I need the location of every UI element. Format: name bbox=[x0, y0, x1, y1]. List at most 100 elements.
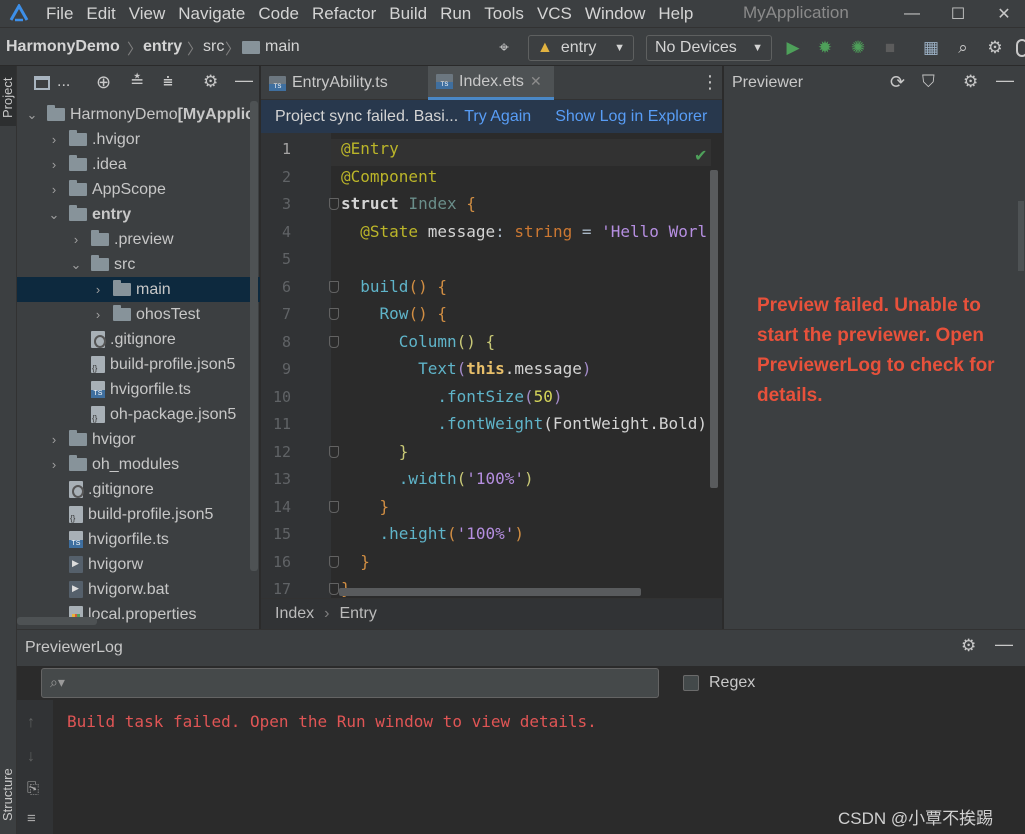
tree-item[interactable]: › .idea bbox=[17, 152, 260, 177]
try-again-link[interactable]: Try Again bbox=[464, 108, 531, 126]
tree-item[interactable]: oh-package.json5 bbox=[17, 402, 260, 427]
settings-icon[interactable]: ⚙ bbox=[961, 636, 976, 656]
run-icon[interactable]: ▶ bbox=[781, 36, 805, 60]
breadcrumb-main[interactable]: main bbox=[265, 38, 300, 56]
tab-entryability[interactable]: EntryAbility.ts bbox=[261, 66, 426, 100]
tab-index-ets[interactable]: Index.ets ✕ bbox=[428, 66, 554, 100]
project-view-icon[interactable] bbox=[34, 76, 50, 90]
regex-checkbox[interactable] bbox=[683, 675, 699, 691]
target-icon[interactable]: ⌖ bbox=[492, 36, 516, 60]
menu-window[interactable]: Window bbox=[585, 4, 645, 24]
no-problems-check-icon[interactable]: ✔ bbox=[694, 146, 707, 166]
tree-item[interactable]: ⌄ entry bbox=[17, 202, 260, 227]
menu-view[interactable]: View bbox=[129, 4, 166, 24]
tree-item[interactable]: hvigorw.bat bbox=[17, 577, 260, 602]
chevron-right-icon[interactable]: › bbox=[47, 132, 61, 147]
scroll-up-icon[interactable]: ↑ bbox=[27, 714, 35, 732]
debug-icon[interactable]: ✹ bbox=[813, 36, 837, 60]
chevron-right-icon[interactable]: › bbox=[91, 282, 105, 297]
tree-item[interactable]: › AppScope bbox=[17, 177, 260, 202]
regex-option[interactable]: Regex bbox=[683, 674, 755, 692]
line-number: 2 bbox=[281, 168, 291, 186]
menu-refactor[interactable]: Refactor bbox=[312, 4, 376, 24]
editor-horizontal-scrollbar[interactable] bbox=[339, 588, 641, 596]
log-search-box[interactable]: ⌕▾ bbox=[41, 668, 659, 698]
tree-item[interactable]: hvigorw bbox=[17, 552, 260, 577]
chevron-right-icon[interactable]: › bbox=[91, 307, 105, 322]
menu-vcs[interactable]: VCS bbox=[537, 4, 572, 24]
tree-item[interactable]: ⌄ HarmonyDemo [MyApplic bbox=[17, 102, 260, 127]
soft-wrap-icon[interactable]: ⎘ bbox=[27, 780, 39, 797]
tree-item[interactable]: › .preview bbox=[17, 227, 260, 252]
tree-item[interactable]: hvigorfile.ts bbox=[17, 377, 260, 402]
menu-file[interactable]: File bbox=[46, 4, 73, 24]
show-log-link[interactable]: Show Log in Explorer bbox=[555, 108, 707, 126]
chevron-right-icon[interactable]: › bbox=[47, 432, 61, 447]
hide-panel-icon[interactable]: — bbox=[235, 70, 253, 91]
locate-icon[interactable]: ⊕ bbox=[96, 72, 111, 93]
maximize-button[interactable]: ☐ bbox=[938, 0, 978, 27]
project-structure-icon[interactable]: ▦ bbox=[919, 36, 943, 60]
menu-code[interactable]: Code bbox=[258, 4, 299, 24]
close-tab-icon[interactable]: ✕ bbox=[530, 73, 542, 90]
hide-panel-icon[interactable]: — bbox=[996, 70, 1014, 91]
settings-icon[interactable]: ⚙ bbox=[983, 36, 1007, 60]
stop-icon[interactable]: ■ bbox=[878, 36, 902, 60]
tree-item[interactable]: .gitignore bbox=[17, 477, 260, 502]
tree-item[interactable]: build-profile.json5 bbox=[17, 502, 260, 527]
refresh-icon[interactable]: ⟳ bbox=[890, 72, 905, 93]
tree-item[interactable]: build-profile.json5 bbox=[17, 352, 260, 377]
tree-item[interactable]: ⌄ src bbox=[17, 252, 260, 277]
chevron-right-icon[interactable]: › bbox=[47, 457, 61, 472]
project-view-selector[interactable]: ... bbox=[57, 73, 70, 91]
chevron-right-icon[interactable]: › bbox=[47, 157, 61, 172]
more-tabs-icon[interactable]: ⋮ bbox=[701, 72, 719, 93]
previewer-scrollbar[interactable] bbox=[1018, 201, 1024, 271]
chevron-down-icon[interactable]: ⌄ bbox=[47, 207, 61, 223]
chevron-down-icon[interactable]: ⌄ bbox=[25, 107, 39, 123]
expand-all-icon[interactable]: ≛ bbox=[130, 72, 144, 92]
collapse-all-icon[interactable]: ⩧ bbox=[163, 72, 173, 92]
tree-item[interactable]: .gitignore bbox=[17, 327, 260, 352]
tree-item[interactable]: › hvigor bbox=[17, 427, 260, 452]
chevron-right-icon[interactable]: › bbox=[47, 182, 61, 197]
tree-vertical-scrollbar[interactable] bbox=[250, 101, 258, 571]
menu-build[interactable]: Build bbox=[389, 4, 427, 24]
breadcrumb-entry[interactable]: Entry bbox=[339, 605, 376, 623]
menu-navigate[interactable]: Navigate bbox=[178, 4, 245, 24]
tree-item[interactable]: › ohosTest bbox=[17, 302, 260, 327]
hide-panel-icon[interactable]: — bbox=[995, 634, 1013, 655]
project-tool-tab[interactable]: Project bbox=[0, 66, 16, 126]
code-area[interactable]: @Entry @Component struct Index { @State … bbox=[331, 133, 722, 598]
tree-item[interactable]: › main bbox=[17, 277, 260, 302]
breadcrumb-module[interactable]: entry bbox=[143, 38, 182, 56]
tree-item[interactable]: › oh_modules bbox=[17, 452, 260, 477]
close-window-button[interactable]: ✕ bbox=[984, 0, 1024, 27]
device-selector[interactable]: No Devices ▼ bbox=[646, 35, 772, 61]
structure-tool-label[interactable]: Structure bbox=[0, 768, 15, 821]
breadcrumb-src[interactable]: src bbox=[203, 38, 224, 56]
settings-icon[interactable]: ⚙ bbox=[963, 72, 978, 92]
breadcrumb-project[interactable]: HarmonyDemo bbox=[6, 38, 120, 56]
inspector-icon[interactable]: ⛉ bbox=[922, 72, 935, 92]
editor-vertical-scrollbar[interactable] bbox=[710, 170, 718, 488]
chevron-right-icon[interactable]: › bbox=[69, 232, 83, 247]
tree-horizontal-scrollbar[interactable] bbox=[17, 617, 97, 625]
menu-tools[interactable]: Tools bbox=[484, 4, 524, 24]
breadcrumb-index[interactable]: Index bbox=[275, 605, 314, 623]
scroll-down-icon[interactable]: ↓ bbox=[27, 748, 35, 766]
scroll-to-end-icon[interactable]: ≡ bbox=[27, 810, 36, 827]
search-icon[interactable]: ⌕ bbox=[951, 36, 975, 60]
settings-icon[interactable]: ⚙ bbox=[203, 72, 218, 92]
menu-help[interactable]: Help bbox=[658, 4, 693, 24]
chevron-down-icon[interactable]: ⌄ bbox=[69, 257, 83, 273]
tree-item[interactable]: › .hvigor bbox=[17, 127, 260, 152]
log-search-input[interactable] bbox=[74, 673, 644, 693]
tree-item[interactable]: hvigorfile.ts bbox=[17, 527, 260, 552]
minimize-button[interactable]: — bbox=[892, 0, 932, 27]
profile-icon[interactable] bbox=[1016, 39, 1025, 57]
attach-debugger-icon[interactable]: ✺ bbox=[846, 36, 870, 60]
menu-edit[interactable]: Edit bbox=[86, 4, 115, 24]
module-selector[interactable]: ▲ entry ▼ bbox=[528, 35, 634, 61]
menu-run[interactable]: Run bbox=[440, 4, 471, 24]
